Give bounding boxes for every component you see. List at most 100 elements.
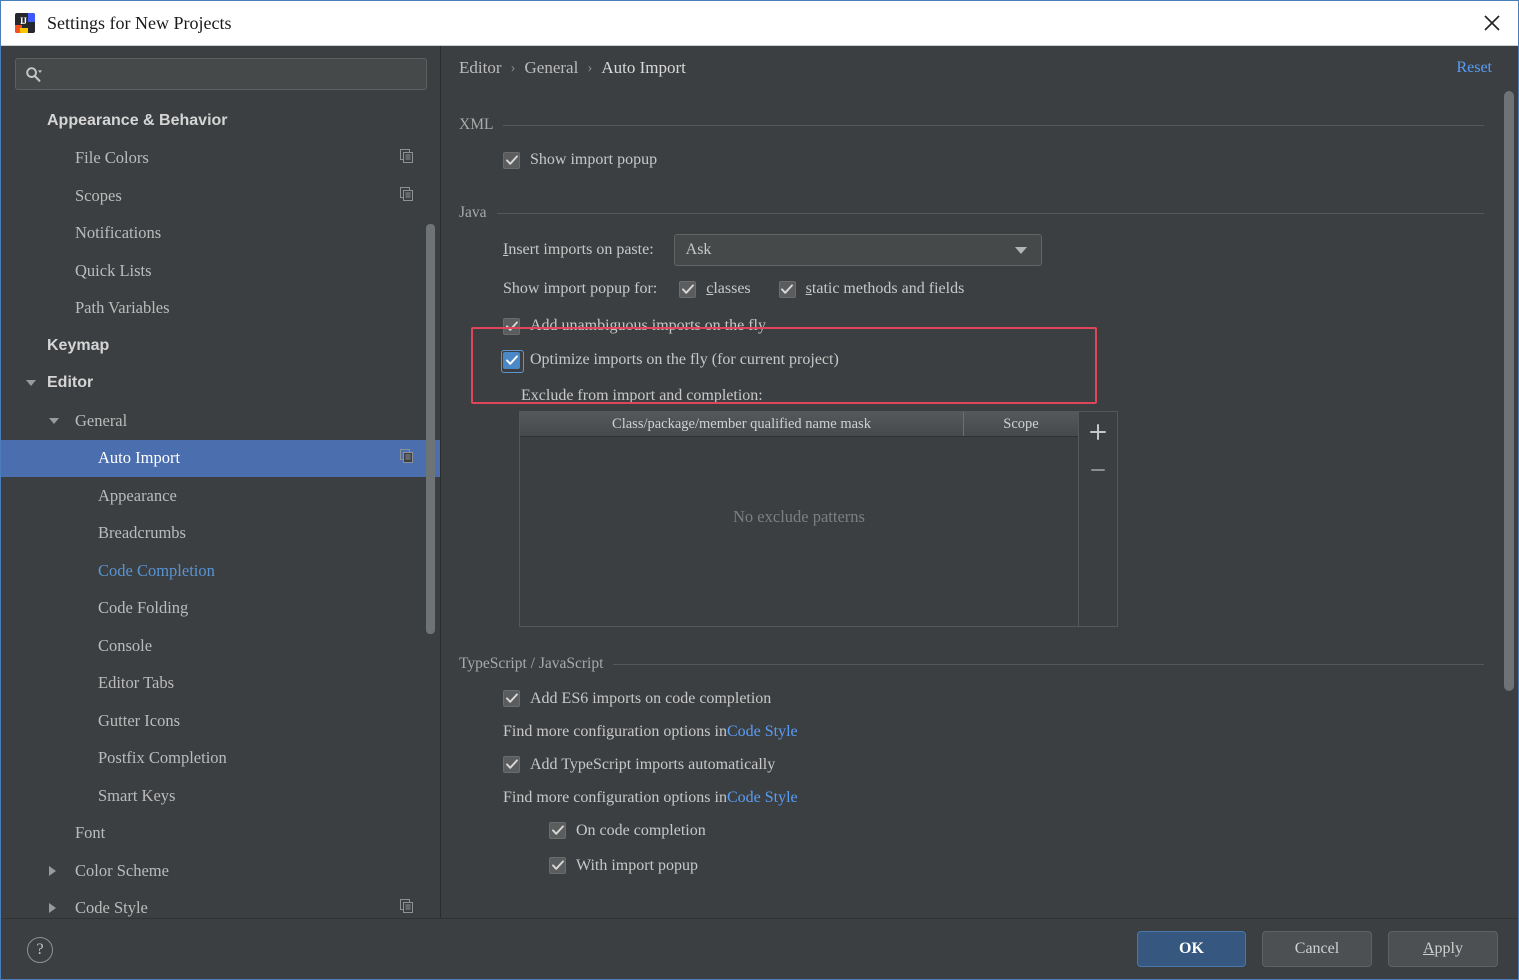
exclude-table-body[interactable]: Class/package/member qualified name mask…	[519, 411, 1079, 627]
sidebar-item-path-variables[interactable]: Path Variables	[1, 290, 440, 328]
breadcrumb-item-editor[interactable]: Editor	[459, 58, 502, 78]
sidebar-item-editor[interactable]: Editor	[1, 365, 440, 403]
sidebar-item-smart-keys[interactable]: Smart Keys	[1, 777, 440, 815]
sidebar-item-label: Editor	[47, 374, 94, 392]
sidebar-item-code-folding[interactable]: Code Folding	[1, 590, 440, 628]
checkbox-optimize-imports[interactable]	[501, 349, 524, 373]
sidebar-item-console[interactable]: Console	[1, 627, 440, 665]
sidebar-item-gutter-icons[interactable]: Gutter Icons	[1, 702, 440, 740]
label-on-code-completion: On code completion	[576, 821, 706, 839]
copy-settings-icon[interactable]	[400, 186, 414, 206]
sidebar-item-appearance[interactable]: Appearance	[1, 477, 440, 515]
sidebar-item-auto-import[interactable]: Auto Import	[1, 439, 440, 477]
settings-tree[interactable]: Appearance & Behavior File Colors Scopes No…	[1, 102, 440, 918]
chevron-right-icon[interactable]	[49, 865, 56, 876]
checkbox-row-on-code-completion[interactable]: On code completion	[459, 813, 1498, 848]
settings-dialog: IJ Settings for New Projects Appearance …	[0, 0, 1519, 980]
sidebar-scrollbar-track[interactable]	[426, 102, 438, 918]
sidebar-item-label: Auto Import	[98, 448, 181, 468]
sidebar-item-font[interactable]: Font	[1, 815, 440, 853]
checkbox-static-methods-and-fields[interactable]	[778, 280, 796, 298]
sidebar-item-color-scheme[interactable]: Color Scheme	[1, 852, 440, 890]
checkbox-row-show-import-popup[interactable]: Show import popup	[459, 138, 1498, 182]
exclude-table-toolbar	[1079, 411, 1118, 627]
exclude-table-empty-text: No exclude patterns	[733, 507, 865, 526]
chevron-down-icon[interactable]	[26, 380, 36, 387]
sidebar-item-appearance-behavior[interactable]: Appearance & Behavior	[1, 102, 440, 140]
plus-icon[interactable]	[1085, 419, 1111, 445]
reset-link[interactable]: Reset	[1456, 59, 1492, 77]
exclude-table: Class/package/member qualified name mask…	[519, 411, 1119, 627]
sidebar-item-label: File Colors	[75, 148, 149, 168]
label-static-methods-and-fields: static methods and fields	[805, 280, 965, 297]
sidebar-item-keymap[interactable]: Keymap	[1, 327, 440, 365]
minus-icon[interactable]	[1085, 457, 1111, 483]
cancel-button[interactable]: Cancel	[1262, 931, 1372, 967]
dropdown-insert-imports-on-paste[interactable]: Ask	[673, 234, 1042, 266]
section-rule	[613, 663, 1484, 665]
sidebar-item-label: Path Variables	[75, 298, 170, 318]
sidebar-scrollbar-thumb[interactable]	[426, 224, 435, 634]
checkbox-row-optimize-imports[interactable]: Optimize imports on the fly (for current…	[459, 343, 1498, 377]
window-title: Settings for New Projects	[47, 12, 232, 33]
link-code-style-2[interactable]: Code Style	[727, 789, 798, 807]
checkbox-row-add-typescript-imports[interactable]: Add TypeScript imports automatically	[459, 747, 1498, 782]
sidebar-item-file-colors[interactable]: File Colors	[1, 140, 440, 178]
search-box[interactable]	[15, 58, 427, 90]
chevron-down-icon[interactable]	[49, 417, 59, 424]
checkbox-with-import-popup[interactable]	[549, 857, 566, 874]
sidebar-item-quick-lists[interactable]: Quick Lists	[1, 252, 440, 290]
sidebar-item-breadcrumbs[interactable]: Breadcrumbs	[1, 515, 440, 553]
checkbox-classes[interactable]	[679, 280, 697, 298]
section-java: Java Insert imports on paste: Ask Show i…	[459, 182, 1498, 627]
copy-settings-icon[interactable]	[400, 898, 414, 918]
sidebar-item-code-completion[interactable]: Code Completion	[1, 552, 440, 590]
dialog-body: Appearance & Behavior File Colors Scopes No…	[1, 46, 1518, 918]
section-rule	[503, 124, 1484, 126]
copy-settings-icon[interactable]	[400, 448, 414, 468]
text-find-more-options-1: Find more configuration options in	[503, 722, 727, 740]
sidebar-item-notifications[interactable]: Notifications	[1, 215, 440, 253]
breadcrumb-item-general[interactable]: General	[525, 58, 579, 78]
checkbox-show-import-popup[interactable]	[503, 151, 520, 169]
help-icon[interactable]: ?	[27, 937, 53, 963]
checkbox-add-es6-imports[interactable]	[503, 690, 520, 707]
section-title-xml: XML	[459, 112, 1498, 138]
label-optimize-imports: Optimize imports on the fly (for current…	[530, 351, 839, 368]
label-add-typescript-imports: Add TypeScript imports automatically	[530, 755, 776, 773]
label-classes: classes	[706, 280, 751, 297]
checkbox-row-add-es6-imports[interactable]: Add ES6 imports on code completion	[459, 681, 1498, 716]
content-scrollbar-thumb[interactable]	[1504, 91, 1514, 691]
sidebar-item-code-style[interactable]: Code Style	[1, 890, 440, 919]
column-header-name-mask[interactable]: Class/package/member qualified name mask	[520, 412, 964, 436]
label-show-import-popup-for: Show import popup for:	[503, 280, 658, 297]
sidebar-item-label: Quick Lists	[75, 260, 152, 280]
sidebar-item-label: Code Completion	[98, 560, 215, 580]
link-code-style-1[interactable]: Code Style	[727, 723, 798, 741]
row-show-import-popup-for: Show import popup for: classes static me…	[459, 274, 1498, 304]
column-header-scope[interactable]: Scope	[964, 412, 1078, 436]
close-icon[interactable]	[1466, 1, 1518, 45]
label-add-unambiguous-imports: Add unambiguous imports on the fly	[530, 317, 766, 334]
checkbox-on-code-completion[interactable]	[549, 822, 566, 839]
checkbox-add-typescript-imports[interactable]	[503, 756, 520, 773]
sidebar-item-editor-tabs[interactable]: Editor Tabs	[1, 665, 440, 703]
breadcrumb: Editor › General › Auto Import	[459, 58, 686, 78]
search-input[interactable]	[42, 66, 426, 82]
ok-button[interactable]: OK	[1137, 931, 1246, 967]
sidebar-item-label: Scopes	[75, 185, 122, 205]
copy-settings-icon[interactable]	[400, 148, 414, 168]
sidebar-item-general[interactable]: General	[1, 402, 440, 440]
checkbox-row-add-unambiguous-imports[interactable]: Add unambiguous imports on the fly	[459, 309, 1498, 343]
intellij-idea-logo-icon: IJ	[15, 13, 35, 33]
chevron-right-icon[interactable]	[49, 903, 56, 914]
checkbox-add-unambiguous-imports[interactable]	[503, 317, 520, 335]
sidebar-item-label: General	[75, 410, 128, 430]
row-find-more-options-2: Find more configuration options in Code …	[459, 782, 1498, 813]
row-insert-imports-on-paste: Insert imports on paste: Ask	[459, 226, 1498, 274]
sidebar-item-postfix-completion[interactable]: Postfix Completion	[1, 740, 440, 778]
checkbox-row-with-import-popup[interactable]: With import popup	[459, 848, 1498, 883]
sidebar-item-scopes[interactable]: Scopes	[1, 177, 440, 215]
apply-button[interactable]: Apply	[1388, 931, 1498, 967]
section-rule	[496, 212, 1484, 214]
